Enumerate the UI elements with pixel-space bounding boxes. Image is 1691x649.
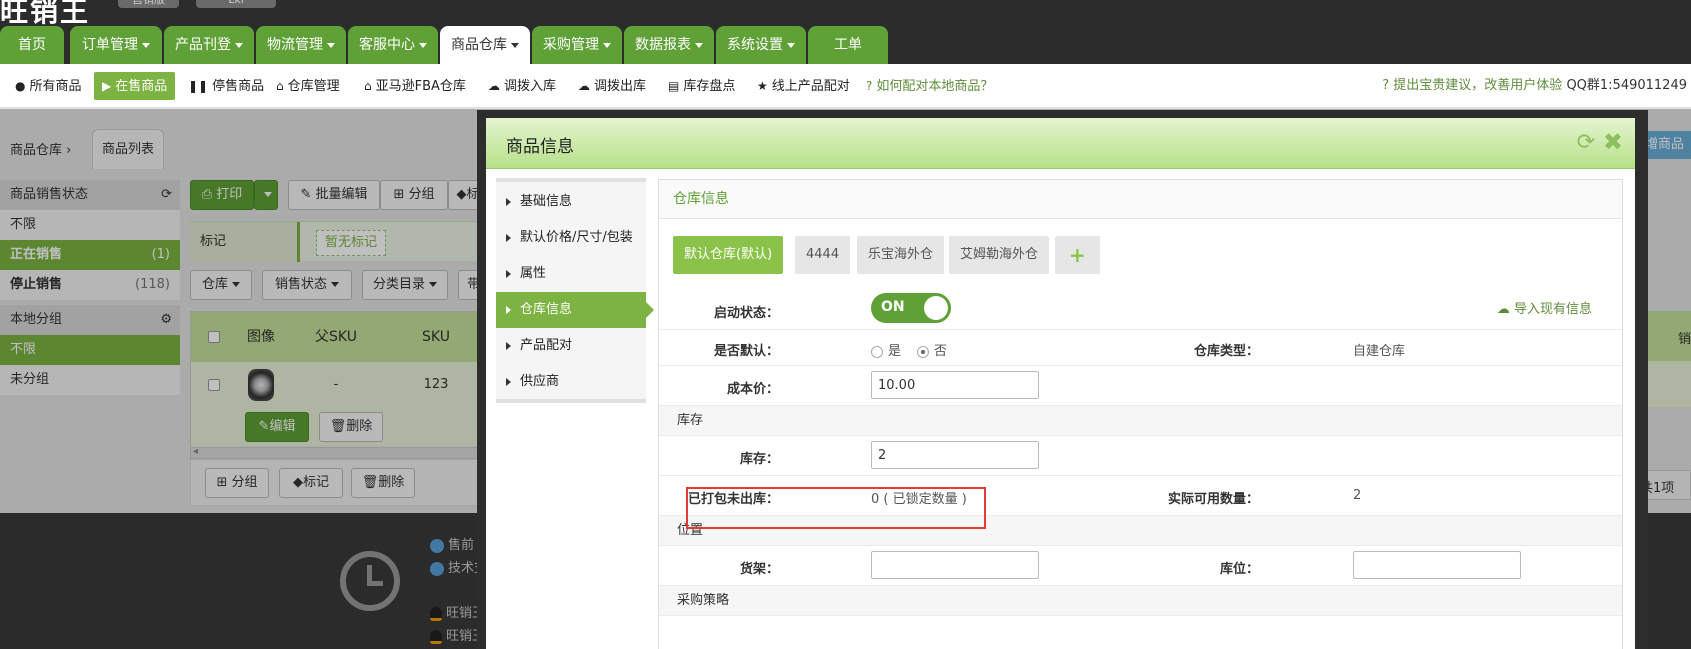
question-icon: ? [866, 79, 873, 93]
feedback-area: ? 提出宝贵建议，改善用户体验 QQ群1:549011249 [1382, 72, 1687, 100]
warehouse-tab-default[interactable]: 默认仓库(默认) [673, 236, 784, 274]
radio-checked[interactable] [917, 345, 929, 358]
row-stock: 库存： [659, 436, 1622, 476]
subnav-fba-warehouse[interactable]: ⌂ 亚马逊FBA仓库 [364, 72, 466, 100]
warehouse-tab-aimule[interactable]: 艾姆勒海外仓 [949, 236, 1050, 274]
feedback-link[interactable]: ? 提出宝贵建议，改善用户体验 [1382, 78, 1562, 93]
chevron-down-icon [787, 42, 795, 48]
add-warehouse-button[interactable]: + [1055, 236, 1100, 274]
warehouse-type-label: 仓库类型： [1193, 344, 1259, 359]
product-info-modal: 商品信息 ⟳ ✖ 基础信息 默认价格/尺寸/包装 属性 仓库信息 产品配对 供应… [486, 118, 1635, 649]
purchase-section: 采购策略 [659, 586, 1622, 616]
menu-product-pairing[interactable]: 产品配对 [496, 328, 646, 364]
qq-group: QQ群1:549011249 [1566, 78, 1687, 93]
stock-section: 库存 [659, 406, 1622, 436]
subnav-help-link[interactable]: ? 如何配对本地商品？ [866, 72, 993, 100]
cost-input[interactable] [871, 371, 1039, 399]
menu-basic-info[interactable]: 基础信息 [496, 184, 646, 220]
warehouse-tab-lebao[interactable]: 乐宝海外仓 [857, 236, 945, 274]
play-icon: ▶ [102, 79, 112, 93]
cloud-download-icon: ☁ [578, 79, 590, 93]
row-cost: 成本价： [659, 366, 1622, 406]
chevron-down-icon [142, 42, 150, 48]
available-value: 2 [1353, 488, 1362, 503]
default-label: 是否默认： [713, 344, 779, 359]
highlight-box [686, 487, 986, 529]
shelf-label: 货架： [739, 562, 779, 577]
slot-label: 库位： [1219, 562, 1259, 577]
row-enable-status: 启动状态： ON ☁ 导入现有信息 [659, 290, 1622, 330]
top-header: 旺销王 售销版 Lki [0, 0, 1691, 28]
nav-tab-logistics[interactable]: 物流管理 [256, 26, 346, 64]
default-radio-yes[interactable]: 是 [871, 340, 901, 359]
warehouse-info-panel: 仓库信息 默认仓库(默认) 4444 乐宝海外仓 艾姆勒海外仓 + 启动状态： … [658, 179, 1623, 649]
stock-label: 库存： [739, 452, 779, 467]
chevron-down-icon [327, 42, 335, 48]
sub-nav: ● 所有商品 ▶ 在售商品 ❚❚ 停售商品 ⌂ 仓库管理 ⌂ 亚马逊FBA仓库 ☁ 调拨入库… [0, 64, 1691, 108]
subnav-off-sale[interactable]: ❚❚ 停售商品 [188, 72, 264, 100]
nav-tab-service[interactable]: 客服中心 [348, 26, 438, 64]
menu-attributes[interactable]: 属性 [496, 256, 646, 292]
default-radio-no[interactable]: 否 [917, 340, 947, 359]
chevron-down-icon [235, 42, 243, 48]
modal-title: 商品信息 [506, 137, 574, 157]
available-label: 实际可用数量： [1167, 492, 1259, 507]
radio-unchecked[interactable] [871, 345, 883, 358]
main-nav: 首页 订单管理 产品刊登 物流管理 客服中心 商品仓库 采购管理 数据报表 系统… [0, 26, 1691, 64]
enable-toggle[interactable]: ON [871, 293, 951, 323]
chevron-down-icon [695, 42, 703, 48]
chevron-down-icon [603, 42, 611, 48]
nav-tab-listing[interactable]: 产品刊登 [164, 26, 254, 64]
warehouse-type-value: 自建仓库 [1353, 344, 1406, 359]
edition-pill: 售销版 [118, 0, 179, 8]
subnav-warehouse-mgmt[interactable]: ⌂ 仓库管理 [276, 72, 340, 100]
inventory-icon: ▤ [668, 79, 680, 93]
subnav-stocktake[interactable]: ▤ 库存盘点 [668, 72, 735, 100]
nav-tab-reports[interactable]: 数据报表 [624, 26, 714, 64]
modal-side-menu: 基础信息 默认价格/尺寸/包装 属性 仓库信息 产品配对 供应商 [496, 178, 654, 403]
slot-input[interactable] [1353, 551, 1521, 579]
row-location: 货架： 库位： [659, 546, 1622, 586]
nav-tab-home[interactable]: 首页 [0, 26, 64, 64]
circle-icon: ● [15, 79, 26, 93]
section-title: 仓库信息 [659, 180, 1622, 219]
stock-input[interactable] [871, 441, 1039, 469]
menu-supplier[interactable]: 供应商 [496, 364, 646, 400]
shelf-input[interactable] [871, 551, 1039, 579]
subnav-all-products[interactable]: ● 所有商品 [15, 72, 82, 100]
cloud-download-icon: ☁ [1496, 302, 1514, 317]
nav-tab-tickets[interactable]: 工单 [808, 26, 888, 64]
subnav-transfer-in[interactable]: ☁ 调拨入库 [488, 72, 556, 100]
subnav-transfer-out[interactable]: ☁ 调拨出库 [578, 72, 646, 100]
nav-tab-settings[interactable]: 系统设置 [716, 26, 806, 64]
toggle-knob [924, 296, 948, 320]
cost-label: 成本价： [726, 382, 779, 397]
nav-tab-warehouse[interactable]: 商品仓库 [440, 26, 530, 64]
refresh-icon[interactable]: ⟳ [1577, 130, 1595, 155]
nav-tab-orders[interactable]: 订单管理 [70, 26, 162, 64]
menu-warehouse-info[interactable]: 仓库信息 [496, 292, 654, 328]
home-icon: ⌂ [364, 79, 372, 93]
warehouse-tab-4444[interactable]: 4444 [795, 236, 851, 274]
question-icon: ? [1382, 78, 1394, 93]
pause-icon: ❚❚ [188, 79, 209, 93]
star-icon: ★ [757, 79, 768, 93]
menu-default-price[interactable]: 默认价格/尺寸/包装 [496, 220, 646, 256]
row-default: 是否默认： 是 否 仓库类型： 自建仓库 [659, 330, 1622, 366]
subnav-online-pairing[interactable]: ★ 线上产品配对 [757, 72, 850, 100]
close-icon[interactable]: ✖ [1603, 128, 1623, 156]
chevron-down-icon [419, 42, 427, 48]
import-existing-link[interactable]: ☁ 导入现有信息 [1497, 298, 1592, 317]
enable-label: 启动状态： [713, 306, 779, 321]
subnav-on-sale[interactable]: ▶ 在售商品 [94, 72, 176, 100]
chevron-down-icon [511, 42, 519, 48]
modal-header: 商品信息 ⟳ ✖ [486, 118, 1635, 169]
nav-tab-purchase[interactable]: 采购管理 [532, 26, 622, 64]
cloud-upload-icon: ☁ [488, 79, 500, 93]
home-icon: ⌂ [276, 79, 284, 93]
user-pill[interactable]: Lki [196, 0, 276, 8]
